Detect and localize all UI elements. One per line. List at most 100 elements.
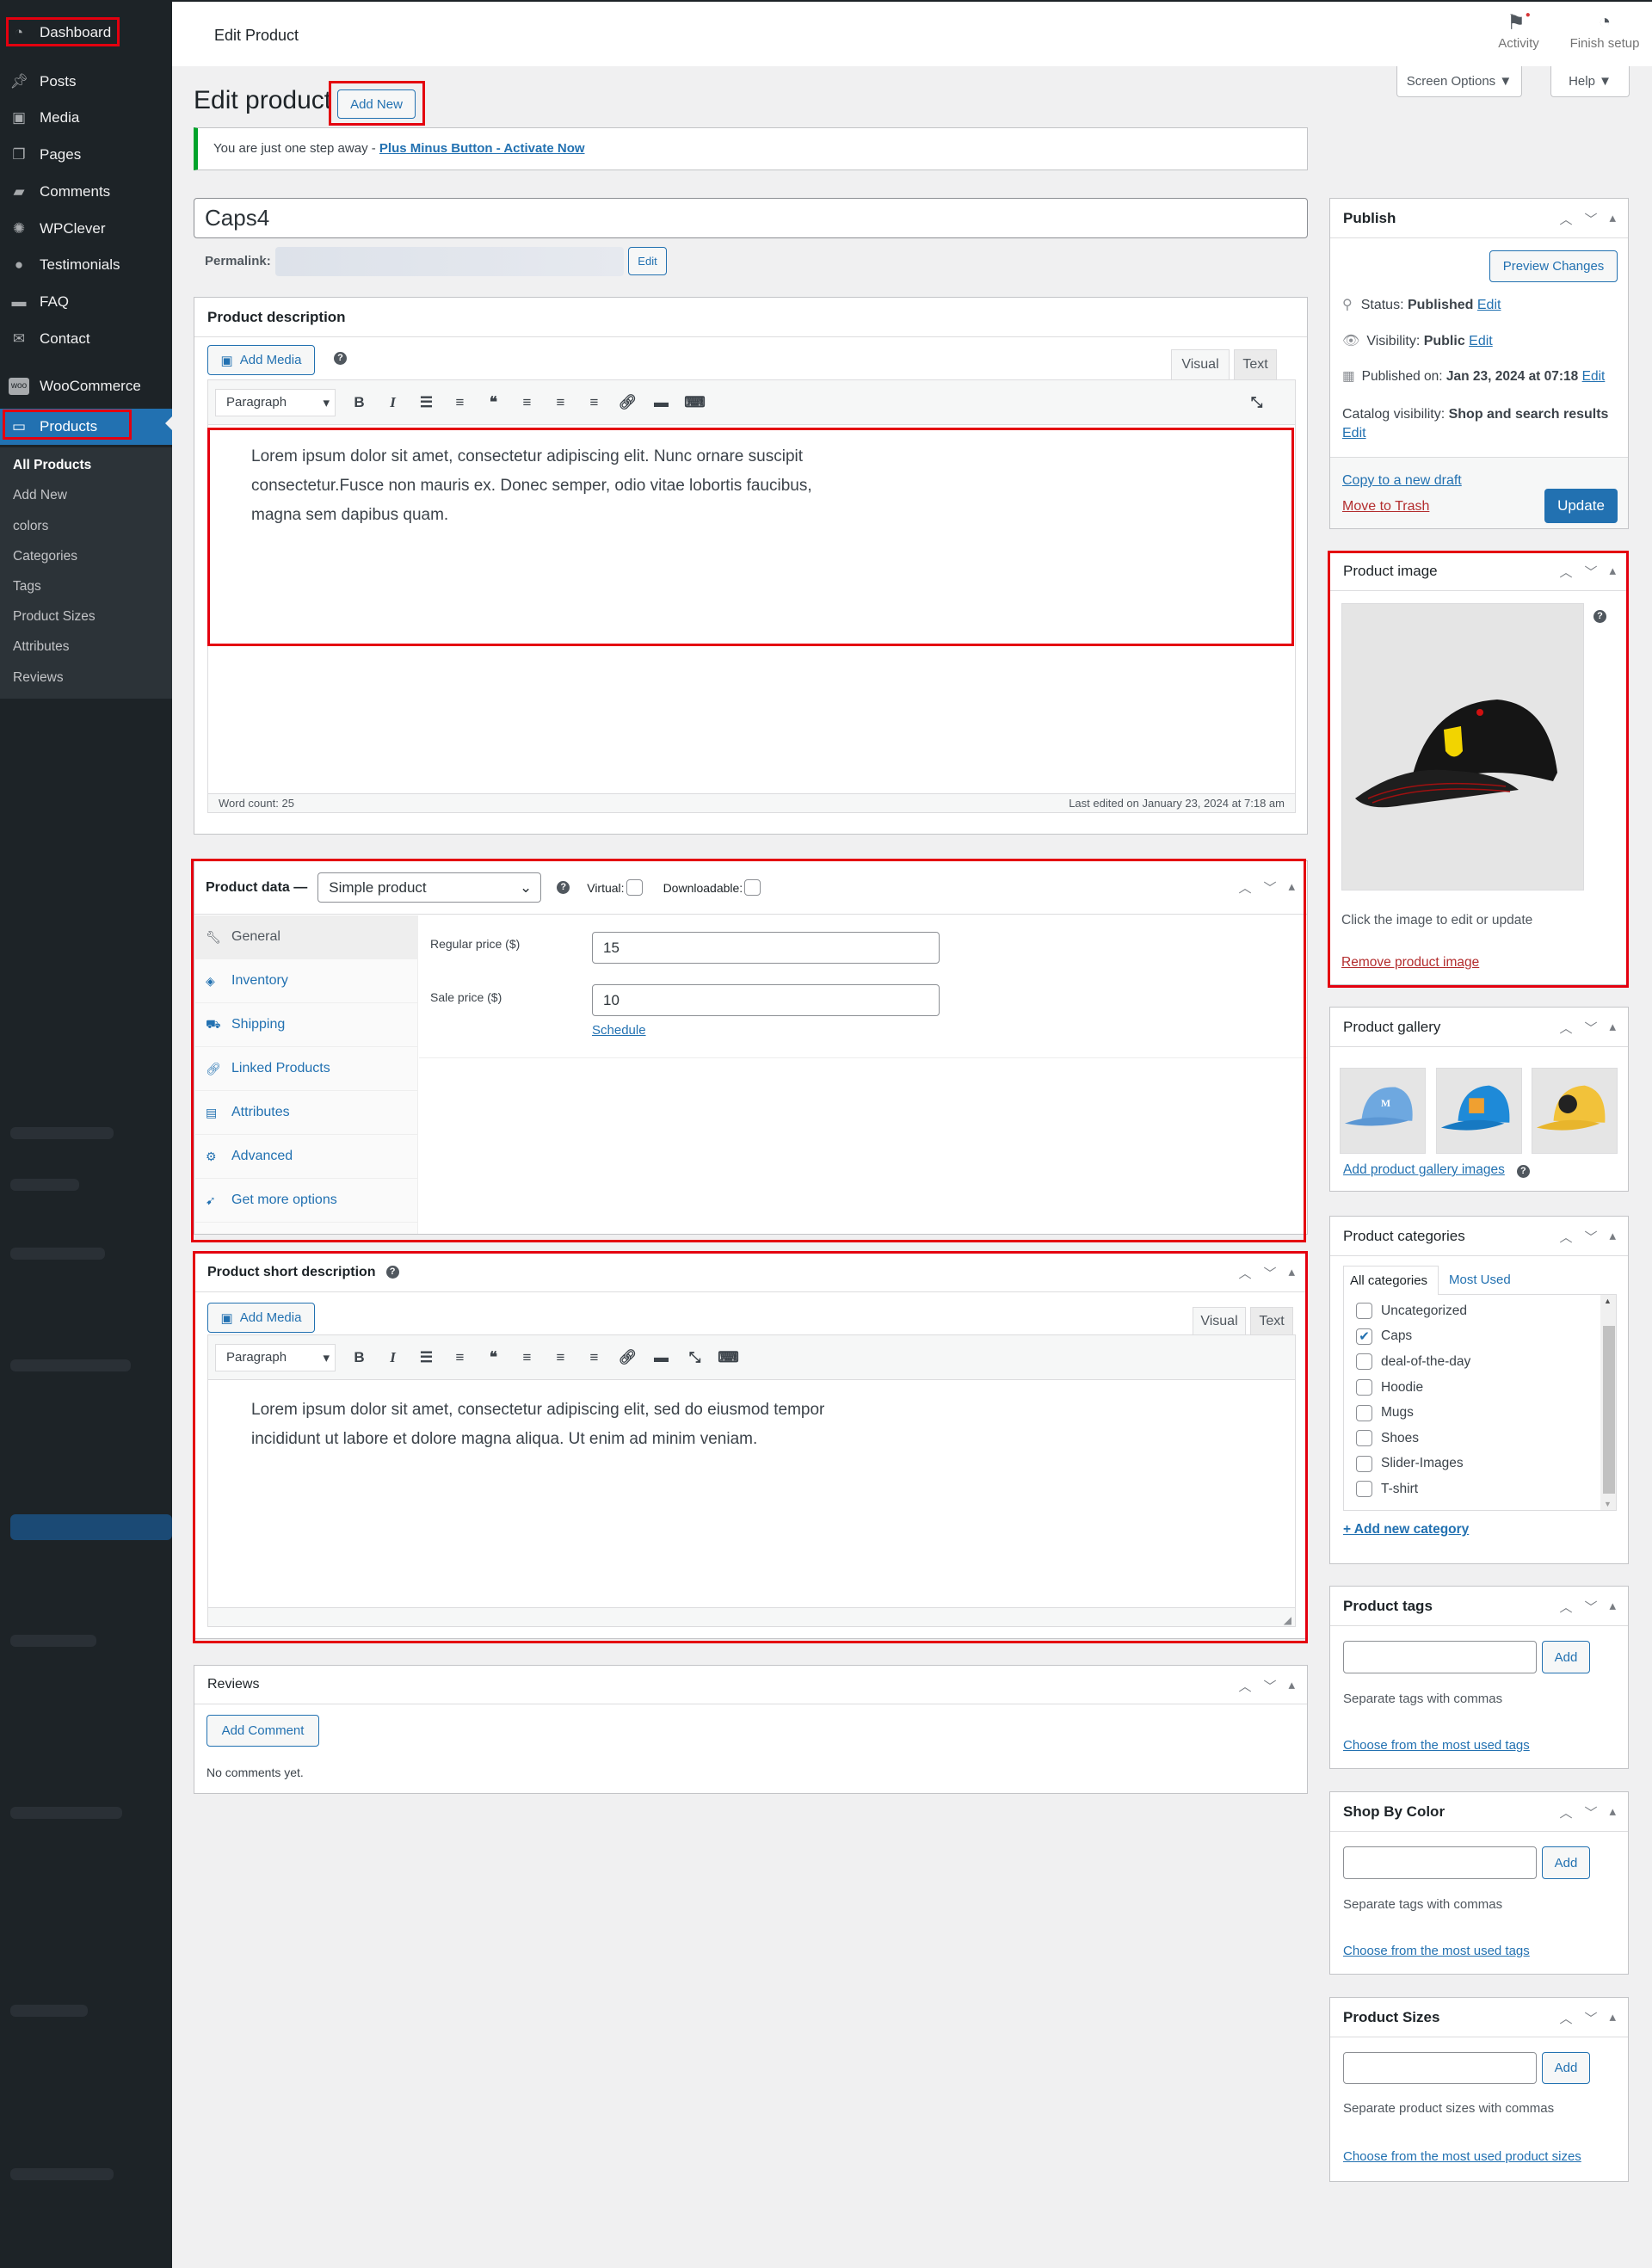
preview-changes-button[interactable]: Preview Changes bbox=[1489, 250, 1618, 282]
format-select[interactable]: Paragraph ▾ bbox=[215, 388, 336, 416]
scrollbar-thumb[interactable] bbox=[1603, 1326, 1615, 1494]
description-content[interactable]: Lorem ipsum dolor sit amet, consectetur … bbox=[208, 425, 879, 530]
toolbar-toggle-icon[interactable]: ⌨ bbox=[678, 394, 712, 411]
tab-visual[interactable]: Visual bbox=[1193, 1307, 1246, 1334]
product-type-select[interactable]: Simple product ⌄ bbox=[317, 872, 542, 903]
edit-status-link[interactable]: Edit bbox=[1477, 298, 1501, 312]
pd-tab-inventory[interactable]: ◈ Inventory bbox=[195, 959, 417, 1003]
sidebar-item-woocommerce[interactable]: woo WooCommerce bbox=[0, 372, 172, 401]
pd-tab-get-more-options[interactable]: ➹ Get more options bbox=[195, 1179, 417, 1223]
checkbox[interactable] bbox=[1356, 1430, 1372, 1447]
choose-most-used-colors-link[interactable]: Choose from the most used tags bbox=[1343, 1944, 1530, 1958]
checked-checkbox[interactable]: ✔ bbox=[1356, 1328, 1372, 1345]
virtual-checkbox[interactable] bbox=[626, 879, 643, 896]
sidebar-item-media[interactable]: ▣ Media bbox=[0, 103, 172, 133]
move-down-icon[interactable]: ﹀ bbox=[1584, 563, 1597, 581]
toggle-icon[interactable]: ▴ bbox=[1288, 1677, 1295, 1695]
align-right-icon[interactable]: ≡ bbox=[577, 1349, 611, 1366]
toggle-icon[interactable]: ▴ bbox=[1609, 210, 1616, 228]
align-center-icon[interactable]: ≡ bbox=[544, 394, 577, 411]
move-up-icon[interactable]: ︿ bbox=[1559, 210, 1572, 228]
add-color-button[interactable]: Add bbox=[1542, 1846, 1590, 1879]
toggle-icon[interactable]: ▴ bbox=[1609, 563, 1616, 581]
link-icon[interactable]: 🔗︎ bbox=[611, 394, 644, 411]
pd-tab-advanced[interactable]: ⚙ Advanced bbox=[195, 1135, 417, 1179]
move-down-icon[interactable]: ﹀ bbox=[1263, 878, 1276, 897]
move-down-icon[interactable]: ﹀ bbox=[1263, 1264, 1276, 1282]
move-up-icon[interactable]: ︿ bbox=[1238, 878, 1251, 897]
submenu-add-new[interactable]: Add New bbox=[13, 488, 67, 503]
bold-icon[interactable]: B bbox=[342, 1349, 376, 1366]
move-to-trash-link[interactable]: Move to Trash bbox=[1342, 499, 1429, 515]
category-item[interactable]: Slider-Images bbox=[1356, 1451, 1616, 1477]
tab-text[interactable]: Text bbox=[1234, 349, 1277, 379]
resize-handle-icon[interactable]: ◢ bbox=[1284, 1614, 1291, 1626]
add-comment-button[interactable]: Add Comment bbox=[206, 1715, 319, 1747]
scrollbar[interactable]: ▲ ▼ bbox=[1600, 1295, 1616, 1510]
add-gallery-images-link[interactable]: Add product gallery images bbox=[1343, 1162, 1505, 1177]
product-image-thumbnail[interactable] bbox=[1341, 603, 1584, 891]
tab-visual[interactable]: Visual bbox=[1171, 349, 1230, 379]
move-down-icon[interactable]: ﹀ bbox=[1584, 1598, 1597, 1616]
sidebar-item-comments[interactable]: ▰ Comments bbox=[0, 177, 172, 206]
move-up-icon[interactable]: ︿ bbox=[1559, 2009, 1572, 2027]
add-tag-button[interactable]: Add bbox=[1542, 1641, 1590, 1673]
resize-bar[interactable]: ◢ bbox=[208, 1607, 1295, 1626]
activate-plugin-link[interactable]: Plus Minus Button - Activate Now bbox=[379, 141, 585, 156]
italic-icon[interactable]: I bbox=[376, 394, 410, 411]
schedule-link[interactable]: Schedule bbox=[592, 1023, 646, 1038]
screen-options-button[interactable]: Screen Options ▼ bbox=[1396, 66, 1522, 97]
blockquote-icon[interactable]: ❝ bbox=[477, 1349, 510, 1366]
tab-text[interactable]: Text bbox=[1250, 1307, 1293, 1334]
sidebar-item-contact[interactable]: ✉ Contact bbox=[0, 324, 172, 354]
help-icon[interactable]: ? bbox=[1593, 610, 1606, 623]
align-center-icon[interactable]: ≡ bbox=[544, 1349, 577, 1366]
sidebar-item-products[interactable]: ▭ Products bbox=[0, 409, 172, 445]
submenu-attributes[interactable]: Attributes bbox=[13, 639, 69, 655]
toggle-icon[interactable]: ▴ bbox=[1609, 2009, 1616, 2027]
sidebar-item-pages[interactable]: ❐ Pages bbox=[0, 140, 172, 169]
activity-button[interactable]: ⚑● Activity bbox=[1489, 10, 1549, 51]
pd-tab-general[interactable]: 🔧︎ General bbox=[195, 915, 417, 959]
regular-price-input[interactable]: 15 bbox=[592, 932, 940, 964]
help-icon[interactable]: ? bbox=[385, 1266, 399, 1279]
copy-draft-link[interactable]: Copy to a new draft bbox=[1342, 473, 1462, 489]
product-title-input[interactable]: Caps4 bbox=[194, 198, 1308, 238]
toggle-icon[interactable]: ▴ bbox=[1609, 1803, 1616, 1821]
add-new-category-link[interactable]: + Add new category bbox=[1343, 1522, 1469, 1538]
add-size-button[interactable]: Add bbox=[1542, 2052, 1590, 2084]
checkbox[interactable] bbox=[1356, 1481, 1372, 1498]
category-item[interactable]: deal-of-the-day bbox=[1356, 1349, 1616, 1375]
sidebar-item-testimonials[interactable]: ● Testimonials bbox=[0, 250, 172, 280]
bold-icon[interactable]: B bbox=[342, 394, 376, 411]
remove-product-image-link[interactable]: Remove product image bbox=[1341, 955, 1479, 971]
read-more-icon[interactable]: ▬ bbox=[644, 1349, 678, 1366]
bullet-list-icon[interactable]: ☰ bbox=[410, 394, 443, 411]
tab-most-used[interactable]: Most Used bbox=[1449, 1273, 1511, 1287]
finish-setup-button[interactable]: ◔ Finish setup bbox=[1562, 10, 1648, 51]
move-down-icon[interactable]: ﹀ bbox=[1584, 2009, 1597, 2027]
gallery-image[interactable] bbox=[1532, 1068, 1618, 1154]
align-left-icon[interactable]: ≡ bbox=[510, 394, 544, 411]
category-item[interactable]: Uncategorized bbox=[1356, 1298, 1616, 1324]
edit-date-link[interactable]: Edit bbox=[1582, 369, 1606, 384]
move-down-icon[interactable]: ﹀ bbox=[1584, 1228, 1597, 1246]
move-down-icon[interactable]: ﹀ bbox=[1584, 1803, 1597, 1821]
update-button[interactable]: Update bbox=[1544, 489, 1618, 523]
help-icon[interactable]: ? bbox=[557, 881, 570, 894]
submenu-all-products[interactable]: All Products bbox=[13, 458, 91, 473]
help-icon[interactable]: ? bbox=[1516, 1165, 1530, 1178]
category-item[interactable]: T-shirt bbox=[1356, 1476, 1616, 1502]
toggle-icon[interactable]: ▴ bbox=[1288, 878, 1295, 897]
align-right-icon[interactable]: ≡ bbox=[577, 394, 611, 411]
move-up-icon[interactable]: ︿ bbox=[1559, 1598, 1572, 1616]
sidebar-item-dashboard[interactable]: ◔ Dashboard bbox=[0, 18, 172, 47]
move-up-icon[interactable]: ︿ bbox=[1238, 1677, 1251, 1695]
link-icon[interactable]: 🔗︎ bbox=[611, 1349, 644, 1366]
scroll-up-icon[interactable]: ▲ bbox=[1604, 1297, 1612, 1305]
move-down-icon[interactable]: ﹀ bbox=[1584, 1019, 1597, 1037]
numbered-list-icon[interactable]: ≡ bbox=[443, 394, 477, 411]
numbered-list-icon[interactable]: ≡ bbox=[443, 1349, 477, 1366]
submenu-reviews[interactable]: Reviews bbox=[13, 670, 64, 686]
tag-input[interactable] bbox=[1343, 1641, 1537, 1673]
